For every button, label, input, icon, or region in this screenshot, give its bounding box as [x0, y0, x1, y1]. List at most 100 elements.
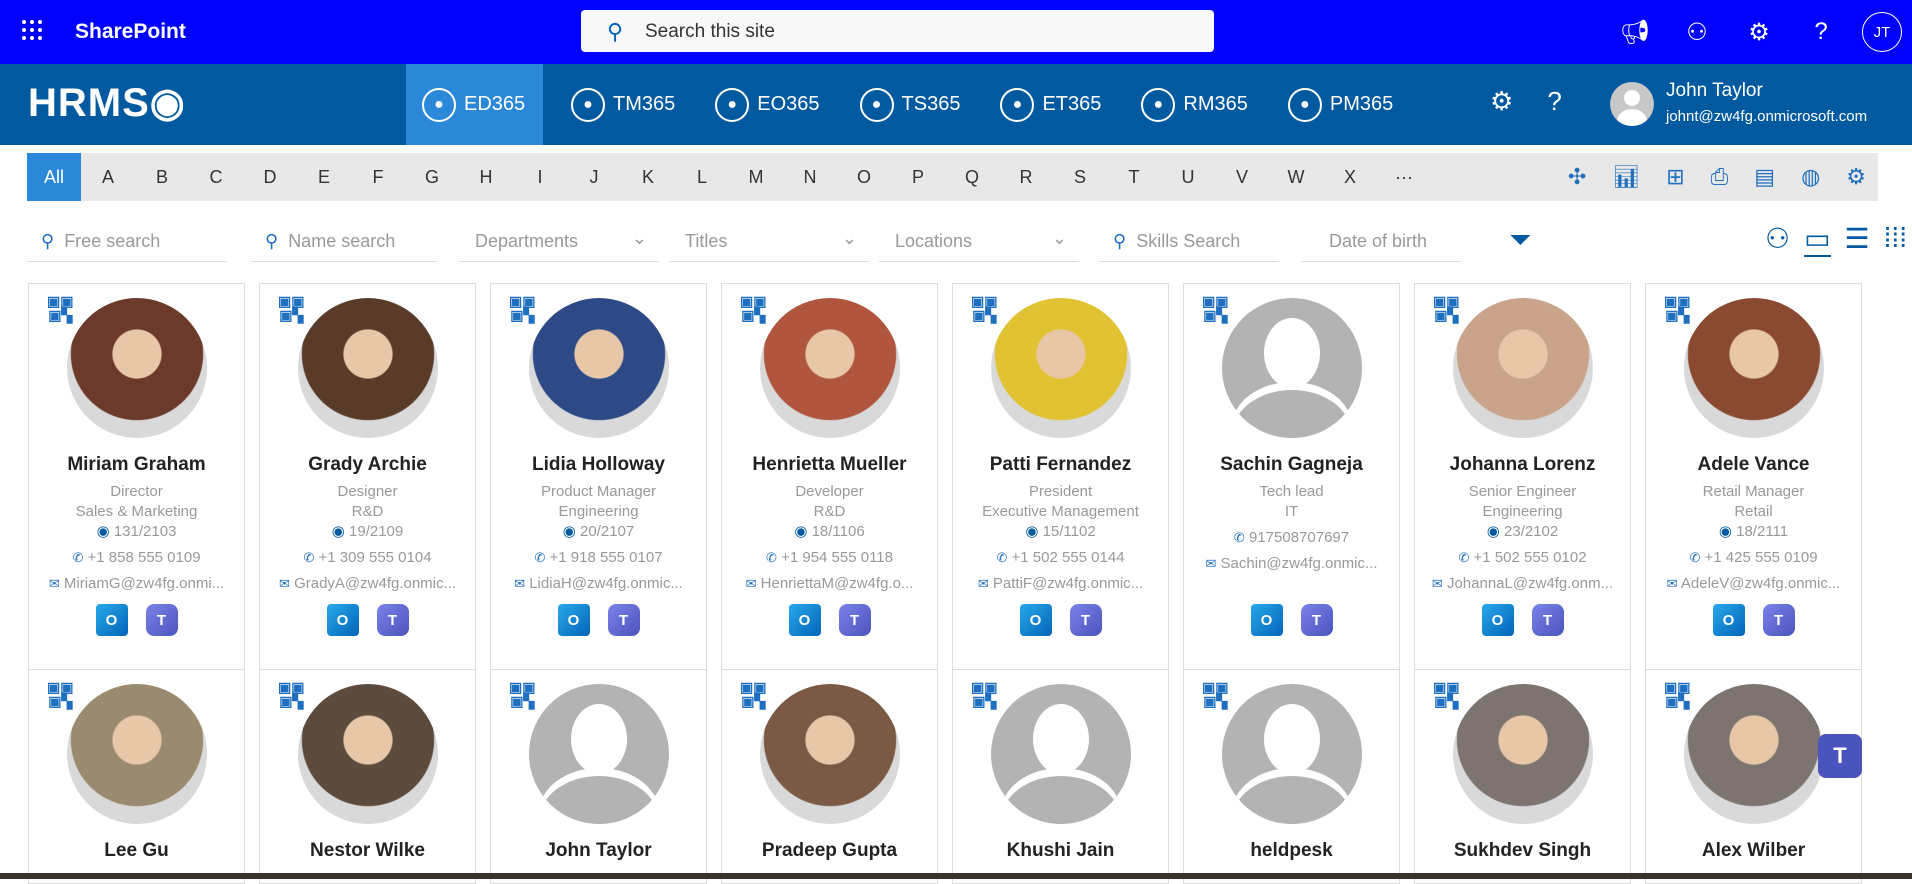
email-link[interactable]: PattiF@zw4fg.onmic... [993, 575, 1143, 592]
outlook-icon[interactable]: O [1712, 604, 1745, 636]
employee-name[interactable]: Patti Fernandez [953, 454, 1168, 476]
teams-icon[interactable]: T [1300, 604, 1333, 636]
qr-code-icon[interactable]: ▣▣ ▣▚ [971, 680, 997, 708]
phone-number[interactable]: +1 502 555 0144 [1012, 549, 1125, 566]
employee-card[interactable]: ▣▣ ▣▚ heldpesk [1183, 669, 1400, 884]
employee-card[interactable]: ▣▣ ▣▚ Lidia Holloway Product Manager Enginee… [490, 283, 707, 691]
qr-code-icon[interactable]: ▣▣ ▣▚ [740, 294, 766, 322]
teams-icon[interactable]: T [838, 604, 871, 636]
titles-dropdown[interactable]: Titles ⌄ [669, 222, 869, 262]
phone-number[interactable]: +1 858 555 0109 [88, 549, 201, 566]
app-launcher-icon[interactable] [22, 20, 42, 40]
letter-filter[interactable]: S [1053, 153, 1107, 201]
feedback-icon[interactable]: ⚇ [1666, 18, 1728, 47]
employee-photo[interactable] [759, 298, 900, 438]
locations-dropdown[interactable]: Locations ⌄ [879, 222, 1079, 262]
letter-filter[interactable]: N [783, 153, 837, 201]
user-profile[interactable]: John Taylor johnt@zw4fg.onmicrosoft.com [1610, 80, 1867, 126]
employee-photo[interactable] [1452, 684, 1593, 824]
employee-card[interactable]: ▣▣ ▣▚ Sukhdev Singh [1414, 669, 1631, 884]
avatar-placeholder[interactable] [528, 684, 669, 824]
phone-number[interactable]: +1 309 555 0104 [319, 549, 432, 566]
site-search-input[interactable]: ⚲ Search this site [581, 10, 1214, 52]
gear-icon[interactable]: ⚙ [1728, 18, 1790, 47]
app-tab-ed365[interactable]: ● ED365 [406, 64, 543, 145]
qr-code-icon[interactable]: ▣▣ ▣▚ [740, 680, 766, 708]
letter-filter[interactable]: F [351, 153, 405, 201]
employee-name[interactable]: Miriam Graham [29, 454, 244, 476]
letter-filter[interactable]: O [837, 153, 891, 201]
letter-filter[interactable]: E [297, 153, 351, 201]
app-tab-ts365[interactable]: ● TS365 [844, 64, 977, 145]
letter-filter[interactable]: All [27, 153, 81, 201]
employee-card[interactable]: ▣▣ ▣▚ Lee Gu [28, 669, 245, 884]
outlook-icon[interactable]: O [1019, 604, 1052, 636]
qr-code-icon[interactable]: ▣▣ ▣▚ [278, 680, 304, 708]
account-avatar[interactable]: JT [1862, 12, 1902, 52]
employee-card[interactable]: ▣▣ ▣▚ Adele Vance Retail Manager Retail ◉ 18/… [1645, 283, 1862, 691]
employee-name[interactable]: Adele Vance [1646, 454, 1861, 476]
app-tab-rm365[interactable]: ● RM365 [1125, 64, 1263, 145]
qr-code-icon[interactable]: ▣▣ ▣▚ [971, 294, 997, 322]
qr-code-icon[interactable]: ▣▣ ▣▚ [1664, 294, 1690, 322]
letter-filter[interactable]: C [189, 153, 243, 201]
qr-code-icon[interactable]: ▣▣ ▣▚ [1202, 294, 1228, 322]
outlook-icon[interactable]: O [788, 604, 821, 636]
phone-number[interactable]: +1 502 555 0102 [1474, 549, 1587, 566]
letter-filter[interactable]: A [81, 153, 135, 201]
app-tab-et365[interactable]: ● ET365 [984, 64, 1117, 145]
palette-icon[interactable]: ◍ [1801, 164, 1820, 190]
employee-card[interactable]: ▣▣ ▣▚ Grady Archie Designer R&D ◉ 19/2109 ✆ +1… [259, 283, 476, 691]
letter-filter[interactable]: M [729, 153, 783, 201]
letter-filter[interactable]: L [675, 153, 729, 201]
teams-icon[interactable]: T [145, 604, 178, 636]
add-user-icon[interactable]: ⚇ [1765, 222, 1790, 257]
avatar-placeholder[interactable] [990, 684, 1131, 824]
employee-photo[interactable] [759, 684, 900, 824]
avatar-placeholder[interactable] [1221, 298, 1362, 438]
employee-name[interactable]: Sukhdev Singh [1415, 840, 1630, 862]
employee-card[interactable]: ▣▣ ▣▚ Henrietta Mueller Developer R&D ◉ 18/11… [721, 283, 938, 691]
app-tab-eo365[interactable]: ● EO365 [699, 64, 835, 145]
phone-number[interactable]: +1 918 555 0107 [550, 549, 663, 566]
qr-code-icon[interactable]: ▣▣ ▣▚ [278, 294, 304, 322]
employee-name[interactable]: Lee Gu [29, 840, 244, 862]
employee-name[interactable]: Pradeep Gupta [722, 840, 937, 862]
sharepoint-link[interactable]: SharePoint [75, 20, 186, 44]
employee-photo[interactable] [1452, 298, 1593, 438]
teams-icon[interactable]: T [376, 604, 409, 636]
letter-filter[interactable]: R [999, 153, 1053, 201]
puzzle-icon[interactable]: ✣ [1568, 164, 1586, 190]
letter-filter[interactable]: Q [945, 153, 999, 201]
letter-filter[interactable]: ··· [1377, 153, 1431, 201]
employee-name[interactable]: Henrietta Mueller [722, 454, 937, 476]
employee-photo[interactable] [1683, 684, 1824, 824]
phone-number[interactable]: +1 425 555 0109 [1705, 549, 1818, 566]
letter-filter[interactable]: J [567, 153, 621, 201]
org-chart-icon[interactable]: ⊞ [1666, 164, 1684, 190]
departments-dropdown[interactable]: Departments ⌄ [459, 222, 659, 262]
employee-card[interactable]: ▣▣ ▣▚ Miriam Graham Director Sales & Marketi… [28, 283, 245, 691]
excel-export-icon[interactable]: ▤ [1754, 164, 1775, 190]
analytics-icon[interactable]: 📊︎ [1612, 164, 1640, 190]
outlook-icon[interactable]: O [1250, 604, 1283, 636]
grid-view-icon[interactable]: ⁞⁞⁞ [1884, 222, 1907, 257]
list-view-icon[interactable]: ☰ [1845, 222, 1870, 257]
letter-filter[interactable]: K [621, 153, 675, 201]
qr-code-icon[interactable]: ▣▣ ▣▚ [1664, 680, 1690, 708]
employee-photo[interactable] [990, 298, 1131, 438]
letter-filter[interactable]: I [513, 153, 567, 201]
employee-photo[interactable] [528, 298, 669, 438]
skills-search-input[interactable]: ⚲ Skills Search [1099, 222, 1279, 262]
employee-card[interactable]: ▣▣ ▣▚ Khushi Jain [952, 669, 1169, 884]
qr-code-icon[interactable]: ▣▣ ▣▚ [1433, 294, 1459, 322]
email-link[interactable]: JohannaL@zw4fg.onm... [1447, 575, 1613, 592]
letter-filter[interactable]: W [1269, 153, 1323, 201]
letter-filter[interactable]: X [1323, 153, 1377, 201]
employee-name[interactable]: Johanna Lorenz [1415, 454, 1630, 476]
outlook-icon[interactable]: O [1481, 604, 1514, 636]
name-search-input[interactable]: ⚲ Name search [251, 222, 437, 262]
teams-icon[interactable]: T [1531, 604, 1564, 636]
qr-code-icon[interactable]: ▣▣ ▣▚ [1202, 680, 1228, 708]
employee-card[interactable]: ▣▣ ▣▚ Patti Fernandez President Executive Ma… [952, 283, 1169, 691]
